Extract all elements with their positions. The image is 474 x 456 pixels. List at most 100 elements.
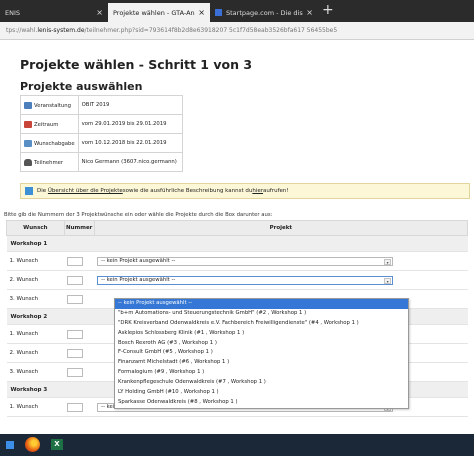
windows-start-icon[interactable] bbox=[6, 441, 14, 449]
dropdown-option[interactable]: Krankenpflegeschule Odenwaldkreis (#7 , … bbox=[115, 378, 408, 388]
section-title: Projekte auswählen bbox=[20, 80, 143, 93]
startpage-favicon-icon bbox=[215, 9, 222, 16]
number-cell bbox=[64, 362, 95, 382]
info-label: Zeitraum bbox=[34, 121, 59, 128]
info-row: Veranstaltung OBIT 2019 bbox=[20, 95, 184, 115]
info-label: Veranstaltung bbox=[34, 102, 71, 109]
browser-tab-bar: ENIS × Projekte wählen - GTA-Angebote × … bbox=[0, 0, 474, 22]
dropdown-option[interactable]: F-Consult GmbH (#5 , Workshop 1 ) bbox=[115, 348, 408, 358]
chevron-down-icon[interactable]: ▾ bbox=[384, 258, 392, 265]
wish-number-input[interactable] bbox=[67, 294, 84, 304]
wish-label: 1. Wunsch bbox=[6, 397, 65, 417]
tab-close-icon[interactable]: × bbox=[198, 8, 205, 17]
wish-label: 1. Wunsch bbox=[6, 324, 65, 344]
info-label-cell: Veranstaltung bbox=[20, 95, 79, 115]
info-label-cell: Zeitraum bbox=[20, 114, 79, 134]
header-projekt: Projekt bbox=[93, 220, 469, 236]
info-row: Zeitraum vom 29.01.2019 bis 29.01.2019 bbox=[20, 114, 184, 134]
tab-label: Projekte wählen - GTA-Angebote bbox=[113, 8, 195, 17]
number-cell bbox=[64, 289, 95, 309]
info-label: Wunschabgabe bbox=[34, 140, 75, 147]
tab-close-icon[interactable]: × bbox=[306, 8, 313, 17]
dropdown-option[interactable]: Asklepios Schlossberg Klinik (#1 , Works… bbox=[115, 329, 408, 339]
user-icon bbox=[24, 158, 32, 166]
dropdown-option[interactable]: LY Holding GmbH (#10 , Workshop 1 ) bbox=[115, 388, 408, 398]
page-title: Projekte wählen - Schritt 1 von 3 bbox=[20, 57, 253, 72]
notice-text: sowie die ausführliche Beschreibung kann… bbox=[122, 188, 253, 194]
browser-tab-startpage[interactable]: Startpage.com - Die diskreteste × bbox=[210, 3, 318, 22]
number-cell bbox=[64, 251, 95, 271]
info-value: vom 29.01.2019 bis 29.01.2019 bbox=[77, 114, 184, 134]
info-label-cell: Wunschabgabe bbox=[20, 133, 79, 153]
wish-label: 2. Wunsch bbox=[6, 343, 65, 363]
project-select[interactable]: -- kein Projekt ausgewählt -- ▾ bbox=[97, 256, 394, 266]
wish-number-input[interactable] bbox=[67, 348, 84, 358]
dropdown-option[interactable]: Bosch Rexroth AG (#3 , Workshop 1 ) bbox=[115, 339, 408, 349]
dropdown-option[interactable]: "b+m Automations- und Steuerungstechnik … bbox=[115, 309, 408, 319]
project-details-link[interactable]: hier bbox=[252, 188, 263, 194]
chevron-down-icon[interactable]: ▾ bbox=[384, 277, 392, 284]
browser-tab-projekte[interactable]: Projekte wählen - GTA-Angebote × bbox=[108, 3, 210, 22]
instruction-text: Bitte gib die Nummern der 3 Projektwünsc… bbox=[4, 212, 273, 218]
info-value: OBIT 2019 bbox=[77, 95, 184, 115]
register-icon bbox=[24, 139, 32, 147]
wish-number-input[interactable] bbox=[67, 275, 84, 285]
info-label-cell: Teilnehmer bbox=[20, 152, 79, 172]
dropdown-option[interactable]: Sparkasse Odenwaldkreis (#8 , Workshop 1… bbox=[115, 398, 408, 408]
info-value: Nico Germann (3607.nico.germann) bbox=[77, 152, 184, 172]
project-overview-link[interactable]: Übersicht über die Projekte bbox=[48, 188, 123, 194]
wish-label: 3. Wunsch bbox=[6, 289, 65, 309]
select-value: -- kein Projekt ausgewählt -- bbox=[101, 257, 176, 264]
wish-label: 2. Wunsch bbox=[6, 270, 65, 290]
number-cell bbox=[64, 397, 95, 417]
url-prefix: tps://wahl. bbox=[6, 27, 38, 34]
tab-close-icon[interactable]: × bbox=[96, 8, 103, 17]
wish-number-input[interactable] bbox=[67, 329, 84, 339]
wish-number-input[interactable] bbox=[67, 402, 84, 412]
new-tab-icon[interactable]: + bbox=[322, 2, 334, 18]
number-cell bbox=[64, 270, 95, 290]
select-value: -- kein Projekt ausgewählt -- bbox=[101, 276, 176, 283]
url-path: /teilnehmer.php?sid=793614f8b2d8e6391820… bbox=[84, 27, 338, 34]
dropdown-option[interactable]: "DRK Kreisverband Odenwaldkreis e.V. Fac… bbox=[115, 319, 408, 329]
notice-prefix: Die bbox=[37, 188, 48, 194]
wish-number-input[interactable] bbox=[67, 367, 84, 377]
dropdown-option[interactable]: Formalogium (#9 , Workshop 1 ) bbox=[115, 368, 408, 378]
address-bar[interactable]: tps://wahl.lenis-system.de/teilnehmer.ph… bbox=[0, 22, 474, 40]
info-row: Teilnehmer Nico Germann (3607.nico.germa… bbox=[20, 152, 184, 172]
project-dropdown-list: -- kein Projekt ausgewählt -- "b+m Autom… bbox=[114, 298, 409, 409]
info-book-icon bbox=[25, 187, 33, 195]
dropdown-option[interactable]: -- kein Projekt ausgewählt -- bbox=[115, 299, 408, 309]
workshop-heading: Workshop 1 bbox=[6, 235, 468, 252]
wish-label: 3. Wunsch bbox=[6, 362, 65, 382]
tab-label: Startpage.com - Die diskreteste bbox=[226, 8, 303, 17]
info-label: Teilnehmer bbox=[34, 159, 64, 166]
info-row: Wunschabgabe vom 10.12.2018 bis 22.01.20… bbox=[20, 133, 184, 153]
header-nummer: Nummer bbox=[63, 220, 95, 236]
clock-icon bbox=[24, 120, 32, 128]
project-cell: -- kein Projekt ausgewählt -- ▾ bbox=[94, 251, 468, 271]
calendar-icon bbox=[24, 101, 32, 109]
info-value: vom 10.12.2018 bis 22.01.2019 bbox=[77, 133, 184, 153]
project-overview-notice: Die Übersicht über die Projekte sowie di… bbox=[20, 183, 470, 199]
wish-number-input[interactable] bbox=[67, 256, 84, 266]
event-info-table: Veranstaltung OBIT 2019 Zeitraum vom 29.… bbox=[20, 95, 184, 172]
project-select-open[interactable]: -- kein Projekt ausgewählt -- ▾ bbox=[97, 275, 394, 285]
notice-suffix: aufrufen! bbox=[263, 188, 289, 194]
wish-label: 1. Wunsch bbox=[6, 251, 65, 271]
page-content: Projekte wählen - Schritt 1 von 3 Projek… bbox=[0, 40, 474, 434]
tab-label: ENIS bbox=[5, 8, 21, 17]
browser-tab-enis[interactable]: ENIS × bbox=[0, 3, 108, 22]
wish-row: 1. Wunsch -- kein Projekt ausgewählt -- ▾ bbox=[6, 251, 468, 271]
number-cell bbox=[64, 324, 95, 344]
project-cell: -- kein Projekt ausgewählt -- ▾ bbox=[94, 270, 468, 290]
wish-row: 2. Wunsch -- kein Projekt ausgewählt -- ▾ bbox=[6, 270, 468, 290]
url-text[interactable]: tps://wahl.lenis-system.de/teilnehmer.ph… bbox=[6, 27, 337, 34]
taskbar: X bbox=[0, 434, 474, 456]
header-wunsch: Wunsch bbox=[6, 220, 65, 236]
dropdown-option[interactable]: Finanzamt Michelstadt (#6 , Workshop 1 ) bbox=[115, 358, 408, 368]
number-cell bbox=[64, 343, 95, 363]
url-host: lenis-system.de bbox=[37, 27, 85, 34]
excel-icon[interactable]: X bbox=[51, 439, 63, 450]
firefox-icon[interactable] bbox=[25, 437, 40, 452]
